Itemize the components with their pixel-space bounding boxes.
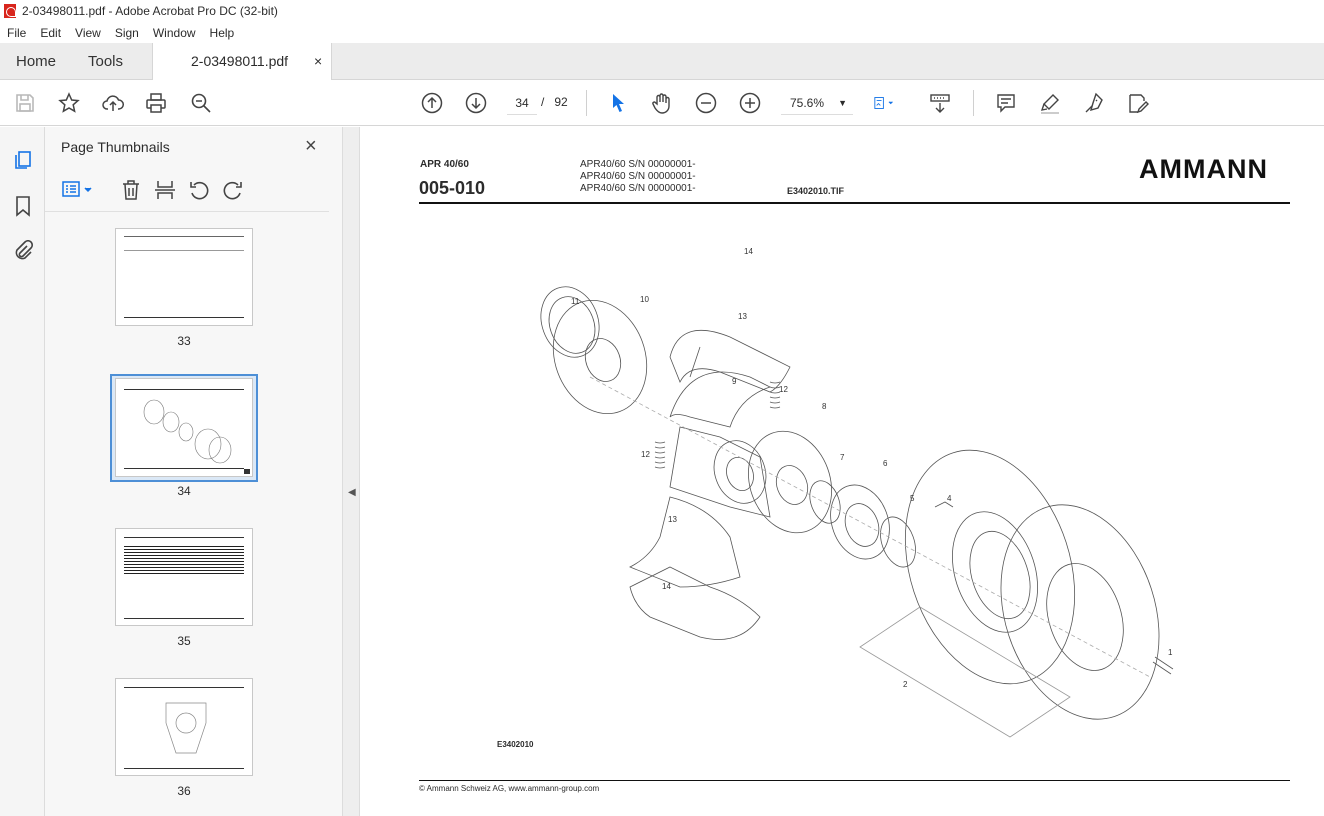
menu-edit[interactable]: Edit <box>40 26 61 40</box>
callout-label: 9 <box>732 377 737 386</box>
scroll-mode-icon[interactable] <box>929 92 951 114</box>
attachments-icon[interactable] <box>12 239 34 262</box>
page-fit-icon[interactable] <box>873 92 909 114</box>
document-page: APR 40/60 005-010 APR40/60 S/N 00000001-… <box>360 127 1324 816</box>
drawing-id: E3402010 <box>497 740 534 749</box>
callout-label: 12 <box>641 450 650 459</box>
callout-label: 10 <box>640 295 649 304</box>
tab-tools[interactable]: Tools <box>88 43 123 80</box>
exploded-parts-drawing <box>540 286 1174 738</box>
thumbnail-options-icon[interactable] <box>61 179 95 201</box>
tab-home[interactable]: Home <box>16 43 56 80</box>
zoom-in-icon[interactable] <box>739 92 761 114</box>
zoom-out-icon[interactable] <box>695 92 717 114</box>
toolbar-divider <box>586 90 587 116</box>
callout-label: 4 <box>947 494 952 503</box>
rotate-left-icon[interactable] <box>188 179 210 201</box>
navigation-rail <box>0 127 45 816</box>
callout-label: 7 <box>840 453 845 462</box>
collapse-arrow-icon: ◀ <box>348 487 356 498</box>
hand-tool-icon[interactable] <box>651 92 673 114</box>
chevron-down-icon: ▼ <box>838 98 847 108</box>
callout-label: 12 <box>779 385 788 394</box>
panel-collapse-handle[interactable]: ◀ <box>343 127 360 816</box>
callout-label: 2 <box>903 680 908 689</box>
menu-file[interactable]: File <box>7 26 26 40</box>
callout-label: 6 <box>883 459 888 468</box>
panel-close-button[interactable]: × <box>305 135 317 158</box>
bookmarks-icon[interactable] <box>12 195 34 217</box>
menu-view[interactable]: View <box>75 26 101 40</box>
page-number-input[interactable]: 34 <box>507 91 537 115</box>
edit-sign-icon[interactable] <box>1127 92 1149 114</box>
serial-line: APR40/60 S/N 00000001- <box>580 183 696 194</box>
next-page-icon[interactable] <box>465 92 487 114</box>
cloud-upload-icon[interactable] <box>102 92 124 114</box>
page-thumbnail-34[interactable] <box>116 379 252 476</box>
panel-title: Page Thumbnails <box>61 139 170 155</box>
copyright-footer: © Ammann Schweiz AG, www.ammann-group.co… <box>419 784 600 793</box>
page-total: 92 <box>554 95 568 109</box>
menu-help[interactable]: Help <box>210 26 235 40</box>
window-title: 2-03498011.pdf - Adobe Acrobat Pro DC (3… <box>22 4 278 18</box>
extract-pages-icon[interactable] <box>154 179 176 201</box>
page-count: / 92 <box>541 95 568 109</box>
model-label: APR 40/60 <box>420 159 469 170</box>
section-code: 005-010 <box>419 178 486 198</box>
page-thumbnail-label: 36 <box>177 784 191 798</box>
highlight-pen-icon[interactable] <box>1039 92 1061 114</box>
page-thumbnails-panel: Page Thumbnails × 33 34 35 36 <box>45 127 379 816</box>
page-thumbnails-icon[interactable] <box>12 149 34 171</box>
previous-page-icon[interactable] <box>421 92 443 114</box>
comment-icon[interactable] <box>995 92 1017 114</box>
serial-line: APR40/60 S/N 00000001- <box>580 159 696 170</box>
zoom-search-icon[interactable] <box>190 92 212 114</box>
tif-reference: E3402010.TIF <box>787 186 845 196</box>
rotate-right-icon[interactable] <box>222 179 244 201</box>
print-icon[interactable] <box>145 92 167 114</box>
callout-label: 11 <box>571 297 580 306</box>
window-titlebar: 2-03498011.pdf - Adobe Acrobat Pro DC (3… <box>0 0 1324 22</box>
select-cursor-icon[interactable] <box>607 92 629 114</box>
serial-line: APR40/60 S/N 00000001- <box>580 171 696 182</box>
callout-label: 14 <box>744 247 753 256</box>
callout-label: 13 <box>668 515 677 524</box>
toolbar-divider <box>973 90 974 116</box>
pdf-file-icon <box>4 4 16 18</box>
ammann-logo: AMMANN <box>1139 154 1268 184</box>
menu-bar: File Edit View Sign Window Help <box>0 22 1324 43</box>
tab-document-label: 2-03498011.pdf <box>191 53 289 69</box>
zoom-level-select[interactable]: 75.6% ▼ <box>781 91 853 115</box>
page-thumbnail-35[interactable] <box>116 529 252 625</box>
delete-pages-icon[interactable] <box>120 179 142 201</box>
draw-sign-icon[interactable] <box>1083 92 1105 114</box>
page-thumbnail-label: 33 <box>177 334 191 348</box>
tab-document[interactable]: 2-03498011.pdf × <box>152 43 332 80</box>
zoom-level-value: 75.6% <box>790 96 825 110</box>
callout-label: 8 <box>822 402 827 411</box>
callout-label: 14 <box>662 582 671 591</box>
bookmark-star-icon[interactable] <box>58 92 80 114</box>
footer-rule <box>419 780 1290 781</box>
callout-label: 5 <box>910 494 915 503</box>
tab-close-button[interactable]: × <box>314 53 322 69</box>
page-thumbnail-36[interactable] <box>116 679 252 775</box>
page-thumbnail-label: 35 <box>177 634 191 648</box>
serial-numbers: APR40/60 S/N 00000001- APR40/60 S/N 0000… <box>580 159 696 195</box>
page-thumbnail-label: 34 <box>177 484 191 498</box>
thumbnail-toolbar <box>45 175 329 212</box>
callout-label: 13 <box>738 312 747 321</box>
page-separator: / <box>541 95 545 109</box>
menu-sign[interactable]: Sign <box>115 26 139 40</box>
tab-bar: Home Tools 2-03498011.pdf × <box>0 43 1324 80</box>
page-thumbnail-33[interactable] <box>116 229 252 325</box>
callout-label: 1 <box>1168 648 1173 657</box>
menu-window[interactable]: Window <box>153 26 196 40</box>
save-icon[interactable] <box>14 92 36 114</box>
main-toolbar: 34 / 92 75.6% ▼ <box>0 80 1324 126</box>
header-rule <box>419 202 1290 204</box>
